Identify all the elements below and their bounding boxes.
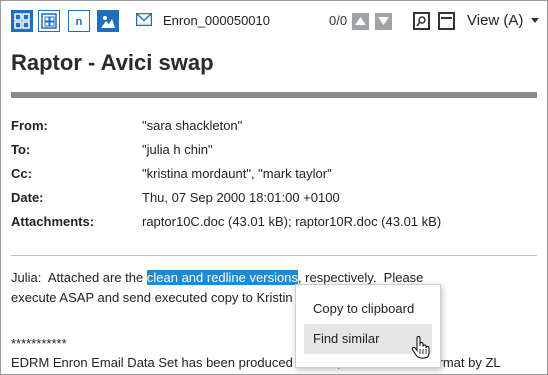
header-divider (11, 255, 537, 256)
copy-to-clipboard-menu-item[interactable]: Copy to clipboard (304, 294, 432, 324)
body-text-before-selection: Julia: Attached are the (11, 270, 147, 285)
body-separator-stars: *********** (11, 336, 67, 351)
dropdown-caret-icon[interactable] (531, 18, 539, 23)
image-view-icon (101, 16, 115, 28)
selected-text[interactable]: clean and redline versions (146, 270, 298, 285)
email-subject: Raptor - Avici swap (11, 50, 214, 75)
email-icon (136, 13, 152, 26)
hand-cursor-icon (411, 336, 430, 359)
find-in-document-button[interactable] (413, 12, 430, 30)
attachments-list[interactable]: raptor10C.doc (43.01 kB); raptor10R.doc … (142, 214, 441, 229)
split-view-button[interactable] (38, 10, 60, 32)
hit-counter: 0/0 (329, 13, 348, 28)
header-label-cc: Cc: (11, 166, 32, 181)
svg-text:n: n (76, 16, 83, 28)
document-viewer: n Enron_000050010 0/0 View (A) Raptor - … (0, 0, 548, 375)
header-label-from: From: (11, 118, 48, 133)
header-label-attachments: Attachments: (11, 214, 95, 229)
header-value-from: "sara shackleton" (142, 118, 243, 133)
header-label-to: To: (11, 142, 31, 157)
arrow-down-icon (378, 17, 389, 25)
previous-hit-button[interactable] (352, 13, 369, 30)
document-id: Enron_000050010 (163, 13, 270, 28)
fit-width-button[interactable] (438, 12, 455, 30)
body-text-after-selection: , respectively. Please (297, 270, 424, 285)
header-value-date: Thu, 07 Sep 2000 18:01:00 +0100 (142, 190, 340, 205)
body-text-line-2: execute ASAP and send executed copy to K… (11, 290, 293, 305)
text-view-button[interactable]: n (68, 10, 90, 32)
next-hit-button[interactable] (375, 13, 392, 30)
toolbar: n Enron_000050010 0/0 View (A) (1, 1, 547, 41)
arrow-up-icon (355, 17, 366, 25)
view-selector-label[interactable]: View (A) (467, 12, 523, 29)
header-value-cc: "kristina mordaunt", "mark taylor" (142, 166, 332, 181)
split-view-icon (41, 13, 57, 29)
image-view-button[interactable] (97, 10, 119, 32)
title-divider (11, 92, 537, 98)
header-label-date: Date: (11, 190, 44, 205)
header-value-to: "julia h chin" (142, 142, 213, 157)
grid-view-icon (14, 13, 30, 29)
text-view-icon: n (76, 16, 83, 28)
grid-view-button[interactable] (11, 10, 33, 32)
email-body: Julia: Attached are the clean and redlin… (11, 268, 541, 308)
find-in-document-icon (416, 16, 426, 27)
